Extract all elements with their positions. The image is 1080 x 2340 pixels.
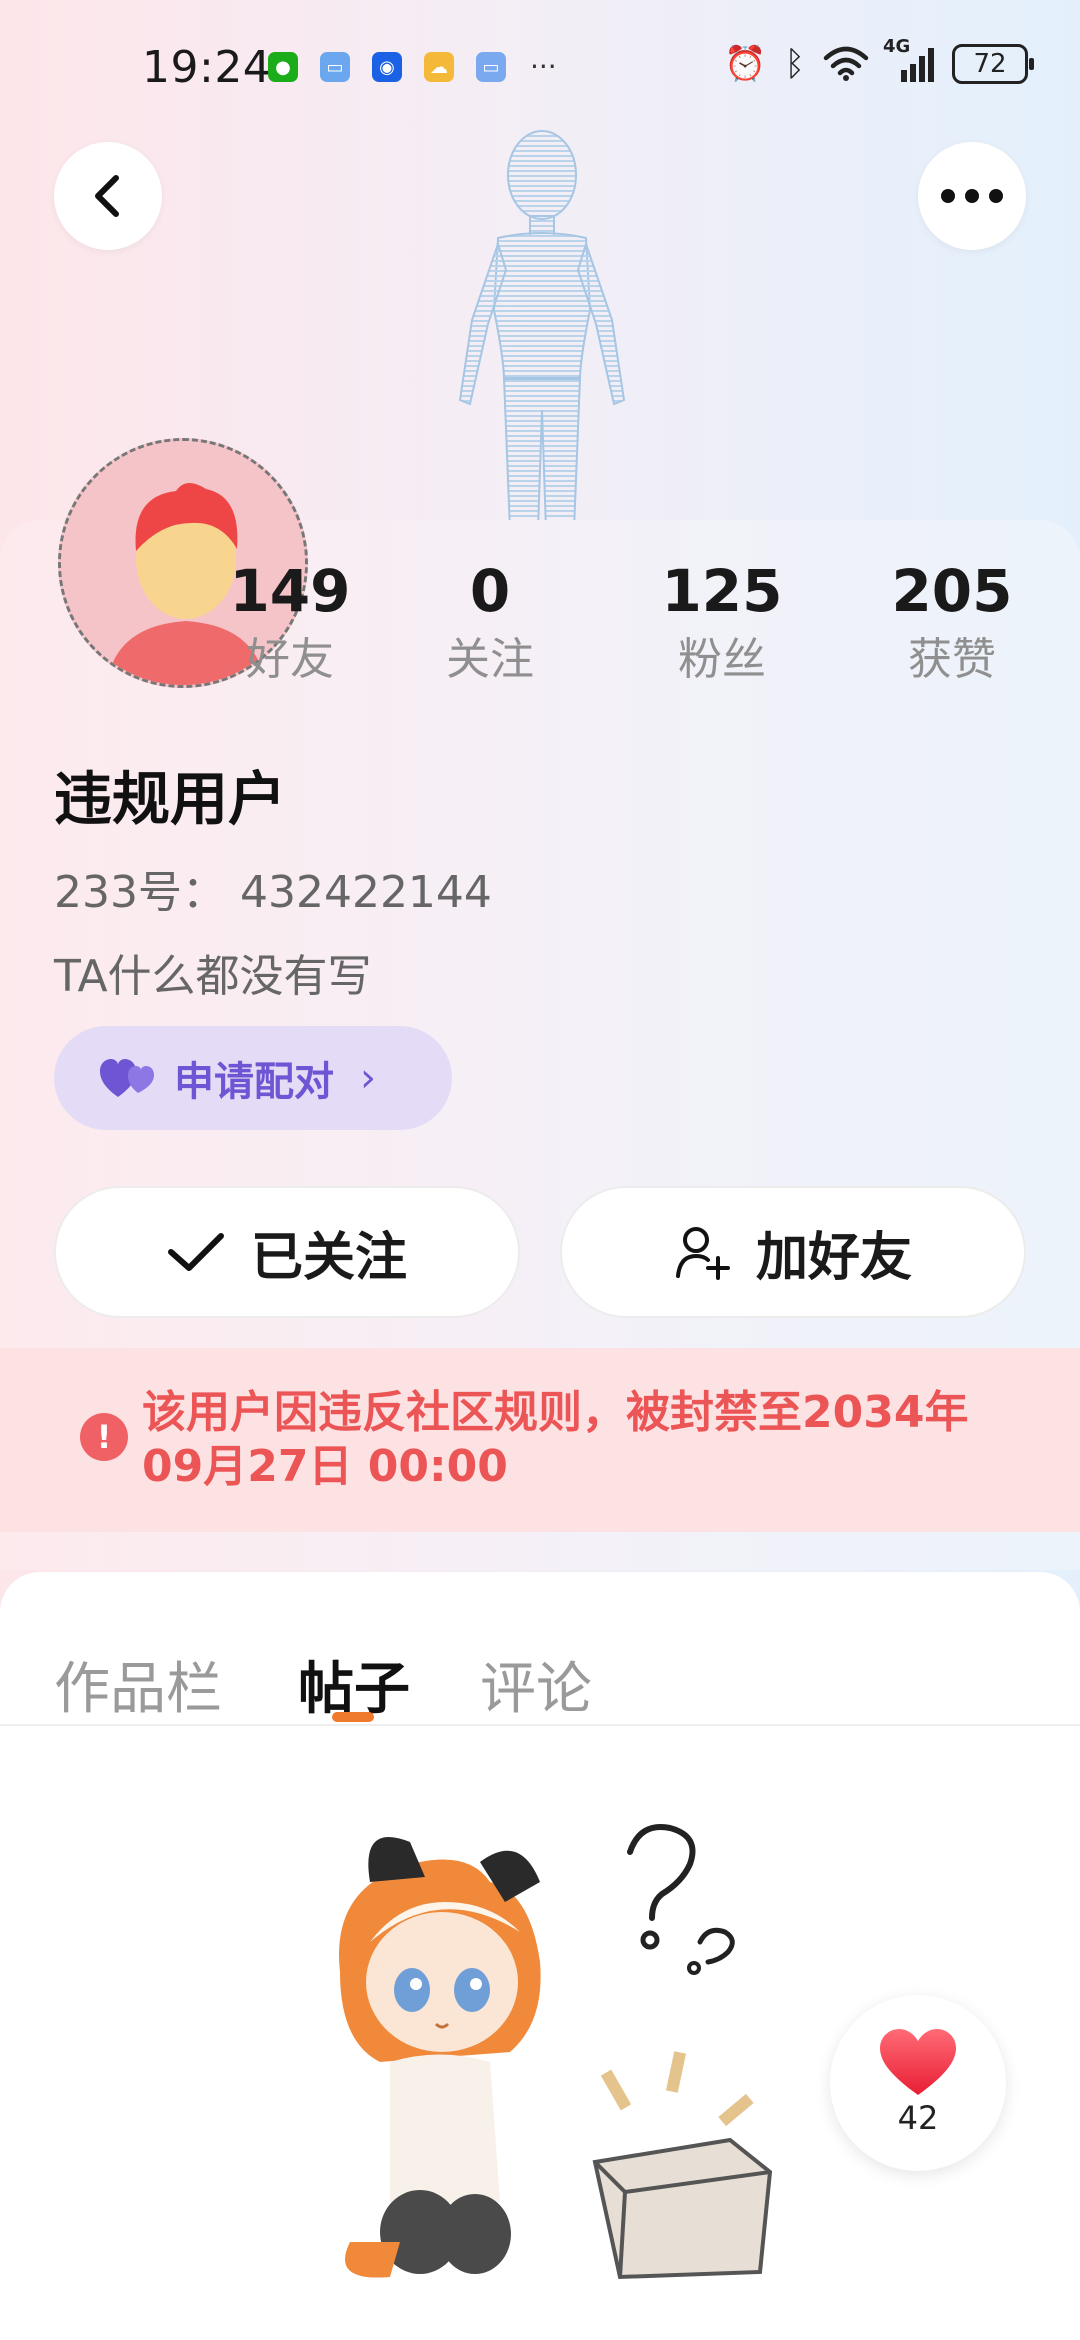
add-friend-button[interactable]: 加好友 (560, 1186, 1026, 1318)
status-bar: 19:24 ● ▭ ◉ ☁ ▭ ··· ⏰ ᛒ 4G 72 (0, 0, 1080, 140)
chevron-left-icon (95, 175, 119, 217)
add-user-icon (675, 1227, 730, 1280)
check-icon (167, 1233, 224, 1271)
stat-value: 125 (661, 557, 783, 625)
ban-notice-text: 该用户因违反社区规则，被封禁至2034年09月27日 00:00 (142, 1387, 969, 1492)
hologram-figure-image (458, 130, 626, 530)
more-options-button[interactable] (918, 142, 1026, 250)
battery-indicator: 72 (952, 44, 1034, 84)
user-id: 233号： 432422144 (54, 867, 492, 918)
back-button[interactable] (54, 142, 162, 250)
user-bio: TA什么都没有写 (54, 951, 372, 1002)
wechat-icon: ● (268, 52, 298, 82)
heart-icon (880, 2029, 956, 2095)
more-notifications-icon: ··· (530, 50, 557, 83)
floating-like-button[interactable]: 42 (830, 1995, 1006, 2171)
weather-icon: ☁ (424, 52, 454, 82)
wifi-icon (823, 46, 869, 81)
like-count: 42 (897, 2099, 939, 2137)
content-panel: 作品栏 帖子 评论 (0, 1572, 1080, 2340)
stat-likes[interactable]: 205 获赞 (862, 552, 1042, 690)
tab-works[interactable]: 作品栏 (54, 1644, 222, 1725)
stat-label: 好友 (246, 634, 334, 685)
followed-label: 已关注 (250, 1227, 407, 1288)
more-dots-icon (941, 189, 1003, 203)
stat-value: 149 (229, 557, 351, 625)
chevron-right-icon: › (360, 1055, 376, 1101)
empty-state-illustration (339, 1824, 773, 2280)
notification-icons: ● ▭ ◉ ☁ ▭ ··· (268, 52, 557, 82)
stat-value: 205 (891, 557, 1013, 625)
hearts-icon (100, 1059, 154, 1097)
stat-label: 获赞 (908, 634, 996, 685)
stat-friends[interactable]: 149 好友 (200, 552, 380, 690)
bulb-icon: ◉ (372, 52, 402, 82)
request-match-button[interactable]: 申请配对 › (54, 1026, 452, 1130)
cellular-signal-icon: 4G (883, 36, 934, 82)
profile-stats: 149 好友 0 关注 125 粉丝 205 获赞 (0, 552, 1080, 702)
app-icon-blue: ▭ (320, 52, 350, 82)
tab-divider (0, 1724, 1080, 1726)
tab-comments[interactable]: 评论 (480, 1644, 592, 1725)
stat-fans[interactable]: 125 粉丝 (632, 552, 812, 690)
ban-notice: ! 该用户因违反社区规则，被封禁至2034年09月27日 00:00 (0, 1348, 1080, 1532)
stat-following[interactable]: 0 关注 (400, 552, 580, 690)
stat-label: 粉丝 (678, 634, 766, 685)
status-time: 19:24 (142, 42, 272, 93)
alarm-icon: ⏰ (724, 44, 767, 84)
stat-label: 关注 (446, 634, 534, 685)
warning-icon: ! (80, 1413, 128, 1461)
add-friend-label: 加好友 (755, 1227, 912, 1288)
bluetooth-icon: ᛒ (784, 44, 805, 84)
stat-value: 0 (469, 557, 511, 625)
network-type: 4G (883, 36, 911, 57)
username: 违规用户 (54, 765, 287, 833)
active-tab-indicator (332, 1712, 374, 1722)
system-icons: ⏰ ᛒ 4G 72 (724, 36, 1034, 84)
app-icon-blue-2: ▭ (476, 52, 506, 82)
followed-button[interactable]: 已关注 (54, 1186, 520, 1318)
request-match-label: 申请配对 (174, 1059, 334, 1105)
